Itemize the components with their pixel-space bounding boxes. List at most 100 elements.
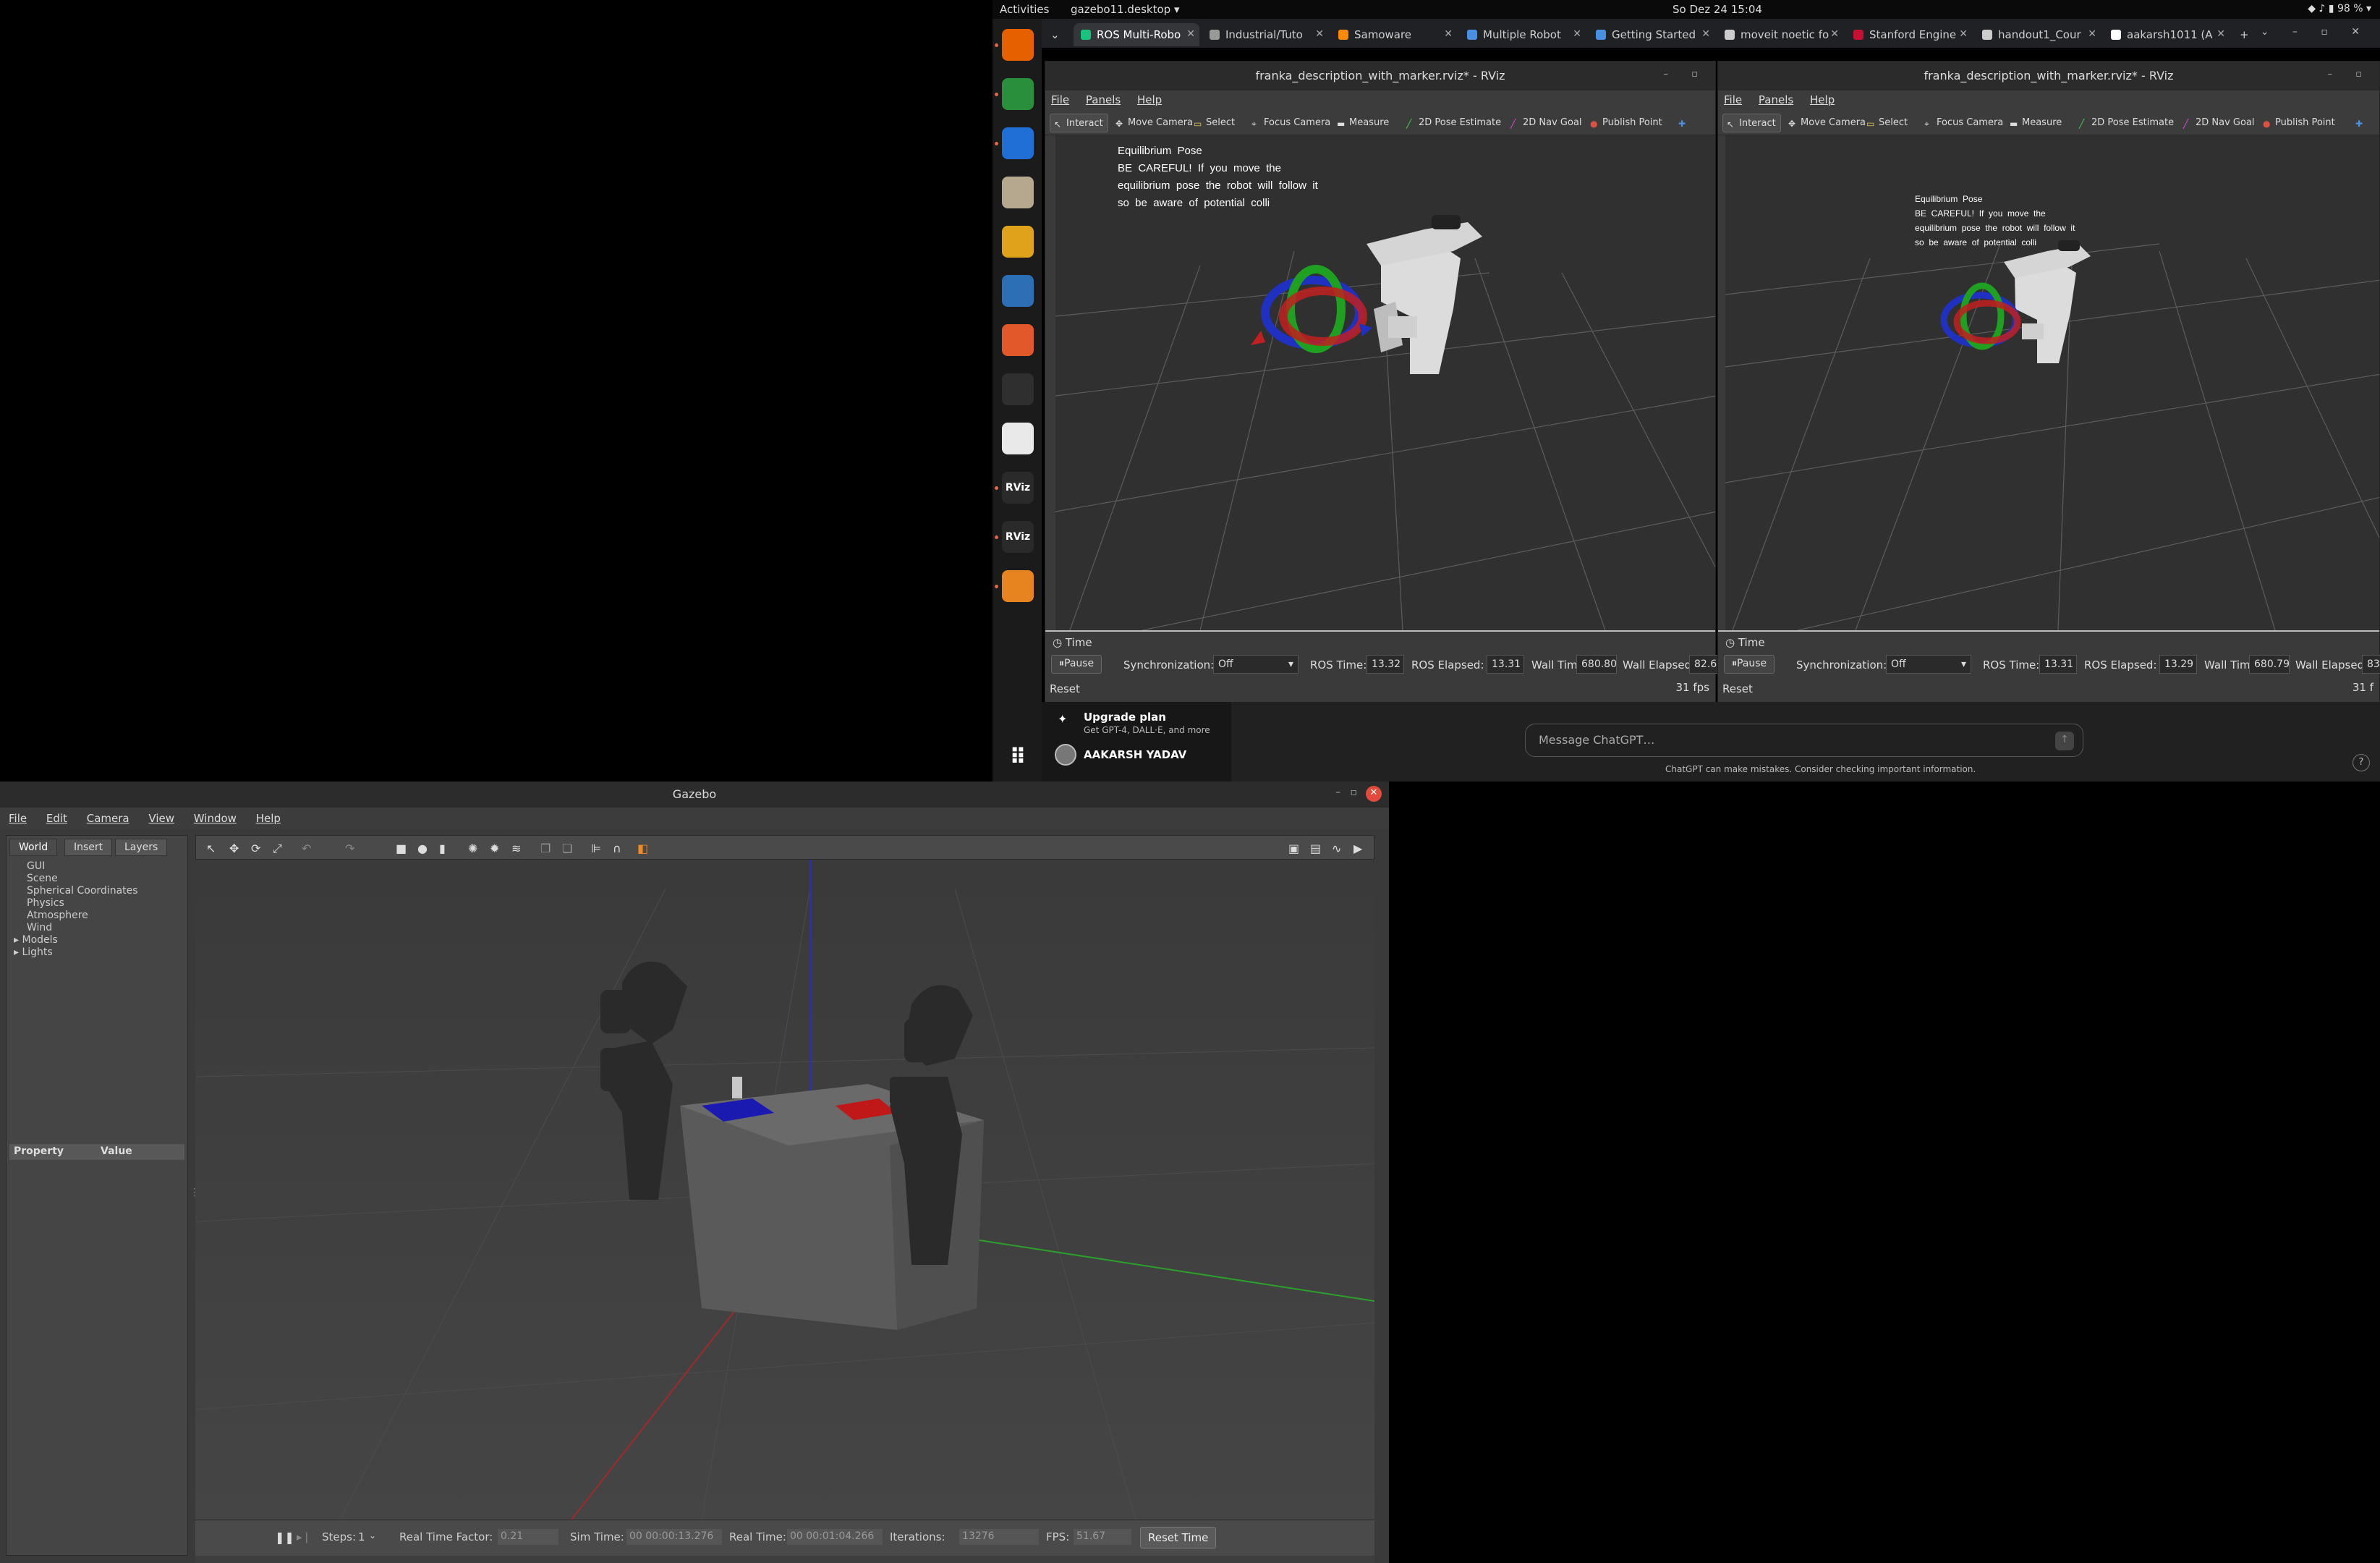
tool-move-camera[interactable]: ✥ Move Camera bbox=[1112, 114, 1197, 132]
wall-elapsed-field[interactable]: 83. bbox=[2362, 655, 2380, 674]
redo-icon[interactable]: ↷ bbox=[345, 842, 354, 855]
undo-icon[interactable]: ↶ bbox=[302, 842, 311, 855]
tree-item-gui[interactable]: GUI bbox=[14, 860, 138, 873]
tool-focus-camera[interactable]: ⌖ Focus Camera bbox=[1248, 114, 1335, 132]
menu-panels[interactable]: Panels bbox=[1759, 93, 1793, 106]
tool-2d-pose-estimate[interactable]: ╱ 2D Pose Estimate bbox=[1403, 114, 1505, 132]
menu-panels[interactable]: Panels bbox=[1086, 93, 1121, 106]
add-tool-button[interactable]: ✚ bbox=[2352, 114, 2372, 132]
menu-file[interactable]: File bbox=[1051, 93, 1069, 106]
upgrade-plan-link[interactable]: Upgrade plan bbox=[1084, 711, 1166, 724]
sync-select[interactable]: Off ▾ bbox=[1886, 655, 1971, 674]
copy-icon[interactable]: ❐ bbox=[540, 842, 551, 855]
window-titlebar[interactable]: franka_description_with_marker.rviz* - R… bbox=[1045, 62, 1715, 90]
3d-viewport[interactable]: Equilibrium Pose BE CAREFUL! If you move… bbox=[1055, 135, 1715, 630]
add-tool-button[interactable]: ✚ bbox=[1675, 114, 1695, 132]
close-icon[interactable]: ✕ bbox=[1701, 28, 1710, 40]
browser-tab[interactable]: Samoware ✕ bbox=[1331, 23, 1457, 46]
tool-select[interactable]: ▭ Select bbox=[1190, 114, 1239, 132]
browser-tab[interactable]: Stanford Engine ✕ bbox=[1846, 23, 1972, 46]
snap-icon[interactable]: ∩ bbox=[613, 842, 621, 855]
tree-item-lights[interactable]: ▸ Lights bbox=[14, 946, 138, 959]
terminal-icon[interactable] bbox=[1002, 373, 1034, 405]
activities-button[interactable]: Activities bbox=[1000, 3, 1049, 16]
menu-help[interactable]: Help bbox=[1137, 93, 1162, 106]
menu-help[interactable]: Help bbox=[256, 812, 281, 825]
tab-insert[interactable]: Insert bbox=[64, 839, 113, 856]
tree-item-spherical-coordinates[interactable]: Spherical Coordinates bbox=[14, 885, 138, 897]
message-input[interactable]: Message ChatGPT… ↑ bbox=[1525, 724, 2083, 757]
app-menu[interactable]: gazebo11.desktop ▾ bbox=[1071, 3, 1180, 16]
tool-publish-point[interactable]: ● Publish Point bbox=[2259, 114, 2339, 132]
tool-select[interactable]: ▭ Select bbox=[1863, 114, 1912, 132]
spot-light-icon[interactable]: ✹ bbox=[490, 842, 499, 855]
point-light-icon[interactable]: ✺ bbox=[468, 842, 477, 855]
log-icon[interactable]: ▤ bbox=[1310, 842, 1321, 855]
gazebo-3d-scene[interactable] bbox=[195, 860, 1374, 1563]
browser-tab[interactable]: Getting Started ✕ bbox=[1589, 23, 1714, 46]
box-shape-icon[interactable]: ■ bbox=[396, 842, 407, 855]
close-icon[interactable]: ✕ bbox=[1315, 28, 1324, 40]
menu-window[interactable]: Window bbox=[194, 812, 237, 825]
cylinder-shape-icon[interactable]: ▮ bbox=[439, 842, 446, 855]
3d-viewport[interactable]: Equilibrium Pose BE CAREFUL! If you move… bbox=[1725, 135, 2379, 630]
gazebo-icon[interactable] bbox=[1002, 570, 1034, 602]
files-icon[interactable] bbox=[1002, 177, 1034, 208]
system-tray[interactable]: ◆ ♪ ▮ 98 % ▾ bbox=[2308, 3, 2371, 14]
tool-publish-point[interactable]: ● Publish Point bbox=[1586, 114, 1667, 132]
show-applications-icon[interactable]: ⠿ bbox=[1002, 741, 1034, 773]
menu-help[interactable]: Help bbox=[1810, 93, 1835, 106]
step-icon[interactable]: ▸❘ bbox=[297, 1530, 311, 1543]
window-controls[interactable]: ⌄ – ▫ ✕ bbox=[2261, 26, 2370, 38]
tab-list-icon[interactable]: ⌄ bbox=[1045, 23, 1067, 46]
user-name[interactable]: AAKARSH YADAV bbox=[1084, 748, 1186, 761]
close-icon[interactable]: ✕ bbox=[2217, 28, 2225, 40]
software-center-icon[interactable] bbox=[1002, 324, 1034, 356]
steps-spinner-icon[interactable]: ⌄ bbox=[369, 1530, 376, 1541]
ros-elapsed-field[interactable]: 13.31 bbox=[1487, 655, 1524, 674]
pause-button[interactable]: ⏸Pause bbox=[1724, 655, 1775, 674]
tree-item-scene[interactable]: Scene bbox=[14, 873, 138, 885]
pause-icon[interactable]: ❚❚ bbox=[275, 1530, 294, 1544]
text-editor-icon[interactable] bbox=[1002, 423, 1034, 454]
paste-icon[interactable]: ❏ bbox=[562, 842, 572, 855]
pause-button[interactable]: ⏸Pause bbox=[1051, 655, 1102, 674]
browser-tab[interactable]: handout1_Cour ✕ bbox=[1975, 23, 2101, 46]
send-button[interactable]: ↑ bbox=[2055, 732, 2074, 750]
chevron-right-icon[interactable]: ▸ bbox=[14, 934, 22, 946]
sync-select[interactable]: Off ▾ bbox=[1213, 655, 1299, 674]
tool-2d-nav-goal[interactable]: ╱ 2D Nav Goal bbox=[1507, 114, 1586, 132]
align-icon[interactable]: ⊫ bbox=[591, 842, 601, 855]
ros-time-field[interactable]: 13.32 bbox=[1367, 655, 1404, 674]
rhythmbox-icon[interactable] bbox=[1002, 226, 1034, 258]
tree-item-atmosphere[interactable]: Atmosphere bbox=[14, 910, 138, 922]
rotate-mode-icon[interactable]: ⟳ bbox=[251, 842, 260, 855]
close-icon[interactable]: ✕ bbox=[1573, 28, 1581, 40]
close-icon[interactable]: ✕ bbox=[2088, 28, 2096, 40]
tool-measure[interactable]: ▬ Measure bbox=[2006, 114, 2066, 132]
writer-icon[interactable] bbox=[1002, 275, 1034, 307]
tab-world[interactable]: World bbox=[9, 839, 58, 856]
tree-item-models[interactable]: ▸ Models bbox=[14, 934, 138, 946]
close-icon[interactable]: ✕ bbox=[1959, 28, 1968, 40]
sphere-shape-icon[interactable]: ● bbox=[417, 842, 428, 855]
rviz-icon[interactable]: RViz bbox=[1002, 472, 1034, 504]
chevron-right-icon[interactable]: ▸ bbox=[14, 946, 22, 958]
new-tab-button[interactable]: + bbox=[2232, 23, 2256, 46]
clock[interactable]: So Dez 24 15:04 bbox=[1673, 3, 1762, 16]
browser-tab[interactable]: Industrial/Tuto ✕ bbox=[1202, 23, 1328, 46]
chrome-icon[interactable] bbox=[1002, 78, 1034, 110]
tool-2d-pose-estimate[interactable]: ╱ 2D Pose Estimate bbox=[2075, 114, 2178, 132]
close-icon[interactable]: ✕ bbox=[1366, 786, 1382, 802]
tool-focus-camera[interactable]: ⌖ Focus Camera bbox=[1921, 114, 2007, 132]
wall-time-field[interactable]: 680.79 bbox=[2249, 655, 2290, 674]
browser-tab[interactable]: ROS Multi-Robo ✕ bbox=[1074, 23, 1199, 46]
tool-interact[interactable]: ↖ Interact bbox=[1722, 114, 1781, 132]
menu-view[interactable]: View bbox=[148, 812, 174, 825]
window-controls[interactable]: – ▫ ✕ bbox=[1335, 786, 1382, 802]
reset-button[interactable]: Reset bbox=[1722, 682, 1753, 695]
screenshot-icon[interactable]: ▣ bbox=[1288, 842, 1299, 855]
close-icon[interactable]: ✕ bbox=[1186, 28, 1195, 40]
firefox-icon[interactable] bbox=[1002, 29, 1034, 61]
tool-move-camera[interactable]: ✥ Move Camera bbox=[1785, 114, 1870, 132]
